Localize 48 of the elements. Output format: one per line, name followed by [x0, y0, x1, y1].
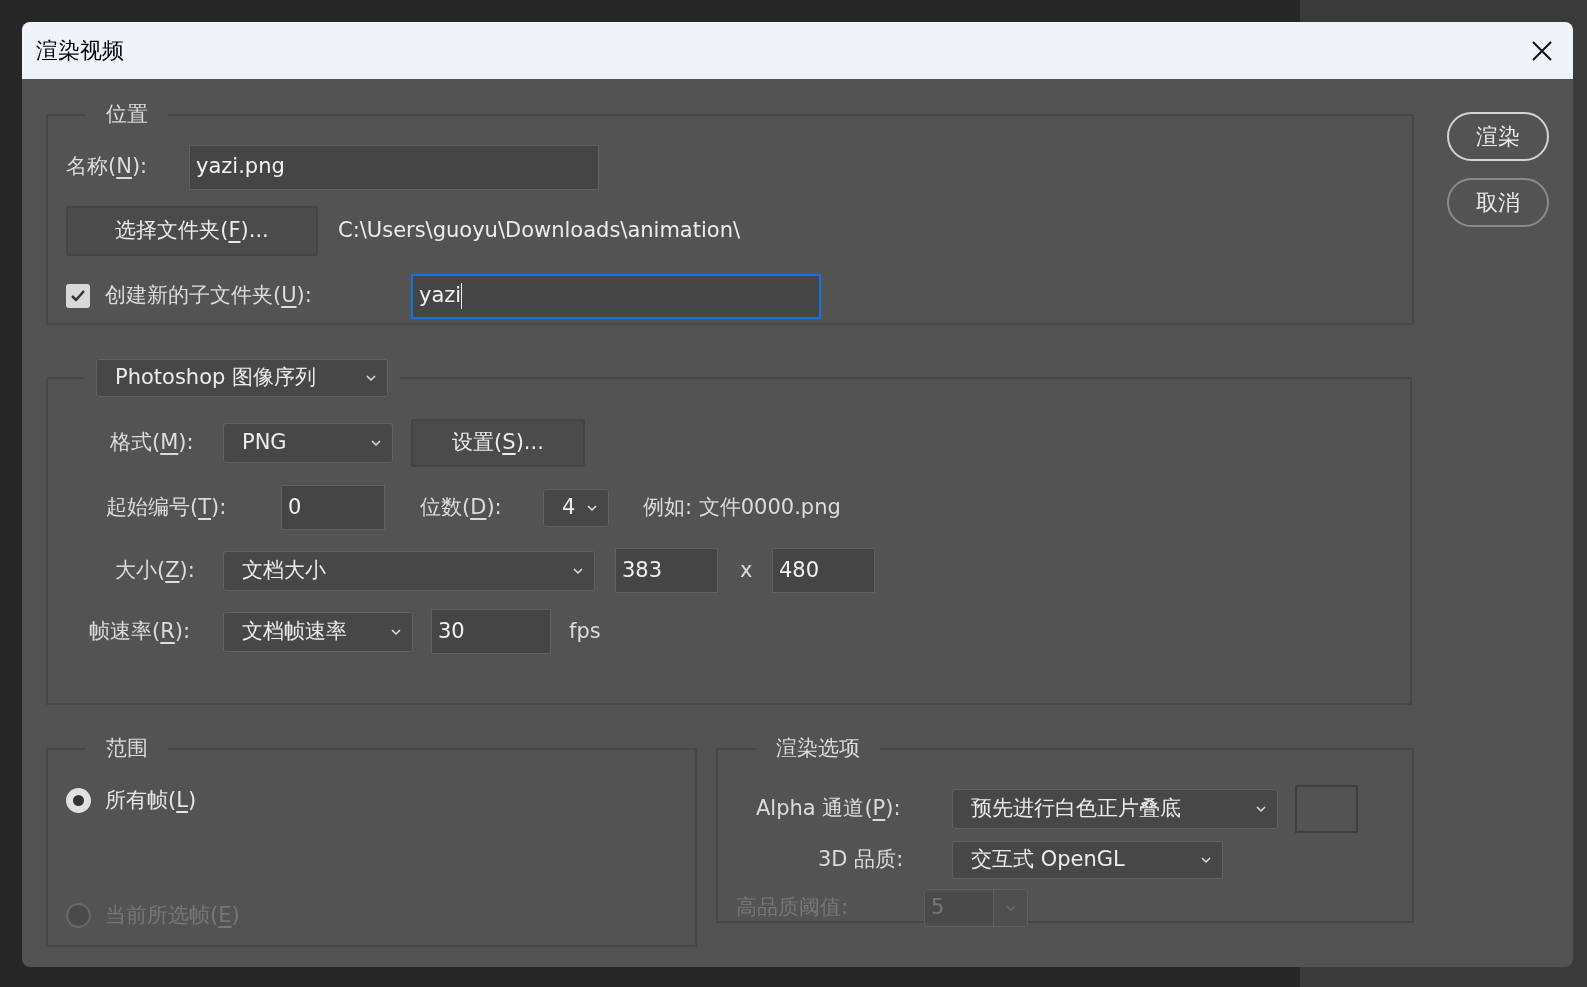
field-label: 大小(Z): — [115, 556, 196, 584]
checkbox[interactable] — [66, 284, 90, 308]
input-field[interactable]: 480 — [772, 548, 875, 593]
settings-button[interactable]: 设置(S)... — [411, 419, 585, 467]
input-field[interactable]: 30 — [431, 609, 551, 654]
input-field[interactable]: 0 — [281, 485, 385, 530]
chevron-down-icon — [1200, 855, 1212, 864]
chevron-down-icon — [390, 627, 402, 636]
dropdown[interactable]: 文档帧速率 — [223, 611, 413, 652]
input-field[interactable]: yazi — [411, 273, 821, 319]
field-label: Alpha 通道(P): — [756, 794, 902, 822]
radio-label: 所有帧(L) — [105, 786, 197, 814]
field-label: 3D 品质: — [818, 845, 905, 873]
window-title: 渲染视频 — [36, 37, 124, 65]
dropdown[interactable]: 4 — [543, 488, 609, 527]
input-field[interactable]: 383 — [615, 548, 718, 593]
field-label: 起始编号(T): — [106, 493, 228, 521]
dropdown[interactable]: 交互式 OpenGL — [952, 840, 1223, 879]
dropdown[interactable]: 文档大小 — [223, 550, 595, 591]
example-text: 例如: 文件0000.png — [643, 493, 841, 521]
chevron-down-icon — [1255, 804, 1267, 813]
dropdown[interactable]: 预先进行白色正片叠底 — [952, 788, 1278, 829]
choose-folder-button[interactable]: 选择文件夹(F)... — [66, 205, 318, 256]
field-label: 格式(M): — [110, 429, 195, 457]
times-sign: x — [740, 556, 754, 584]
dialog-button[interactable]: 取消 — [1447, 178, 1549, 227]
folder-path: C:\Users\guoyu\Downloads\animation\ — [338, 216, 741, 244]
group-title: 范围 — [105, 735, 149, 762]
field-label: 位数(D): — [420, 493, 503, 521]
checkmark-icon — [70, 289, 86, 303]
dropdown[interactable]: PNG — [223, 423, 393, 463]
radio-button[interactable] — [66, 787, 91, 813]
group-title: 渲染选项 — [775, 735, 861, 762]
chevron-down-icon — [365, 374, 377, 382]
chevron-down-icon — [370, 439, 382, 447]
chevron-down-icon — [572, 566, 584, 575]
chevron-down-icon — [1004, 903, 1017, 912]
field-label: 名称(N): — [66, 153, 149, 181]
field-label: 帧速率(R): — [89, 617, 192, 645]
text-cursor — [461, 283, 463, 309]
export-type-dropdown[interactable]: Photoshop 图像序列 — [96, 359, 388, 397]
input-field[interactable]: yazi.png — [189, 144, 599, 190]
checkbox-label: 创建新的子文件夹(U): — [105, 282, 313, 310]
dialog-button[interactable]: 渲染 — [1447, 112, 1549, 161]
unit-label: fps — [569, 617, 601, 645]
chevron-down-icon — [586, 503, 598, 512]
close-icon[interactable] — [1531, 39, 1553, 62]
group-title: 位置 — [105, 101, 149, 128]
